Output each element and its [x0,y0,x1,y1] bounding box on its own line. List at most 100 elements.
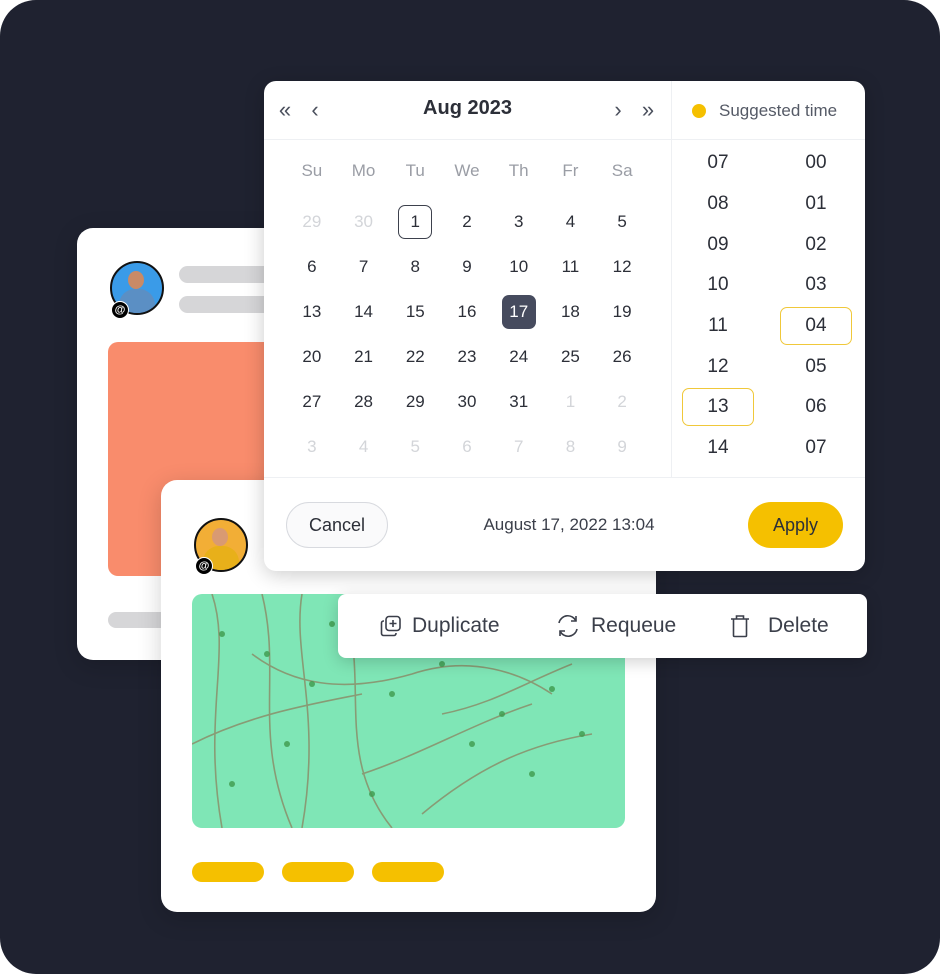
hour-option[interactable]: 11 [682,306,754,347]
next-year-icon[interactable]: » [637,97,659,123]
day-cell[interactable]: 28 [338,379,390,424]
day-cell[interactable]: 18 [545,289,597,334]
day-cell[interactable]: 5 [389,424,441,469]
day-cell[interactable]: 2 [441,199,493,244]
hour-option[interactable]: 08 [682,184,754,225]
suggested-time-legend: Suggested time [692,101,837,121]
day-cell[interactable]: 4 [545,199,597,244]
day-cell[interactable]: 25 [545,334,597,379]
day-cell[interactable]: 29 [389,379,441,424]
day-number: 1 [398,204,433,239]
day-cell[interactable]: 19 [596,289,648,334]
divider [264,477,865,478]
hour-option-value: 14 [707,437,729,459]
minute-option[interactable]: 07 [780,428,852,469]
day-number: 27 [302,391,322,411]
day-number: 24 [509,346,529,366]
requeue-label: Requeue [591,614,677,637]
day-cell[interactable]: 6 [441,424,493,469]
duplicate-button[interactable]: Duplicate [380,594,500,658]
day-number: 15 [405,301,425,321]
day-cell[interactable]: 31 [493,379,545,424]
day-number: 4 [358,436,369,456]
day-number: 29 [302,211,322,231]
day-cell[interactable]: 27 [286,379,338,424]
day-cell[interactable]: 8 [545,424,597,469]
day-number: 17 [501,294,536,329]
hour-option[interactable]: 09 [682,224,754,265]
day-cell[interactable]: 22 [389,334,441,379]
hour-option[interactable]: 12 [682,346,754,387]
day-cell[interactable]: 16 [441,289,493,334]
requeue-button[interactable]: Requeue [555,594,676,658]
day-cell[interactable]: 15 [389,289,441,334]
cancel-button[interactable]: Cancel [286,502,388,548]
day-number: 2 [617,391,627,411]
day-cell[interactable]: 5 [596,199,648,244]
day-number: 22 [405,346,425,366]
minute-option-value: 00 [805,152,827,174]
minute-option[interactable]: 02 [780,224,852,265]
minute-option-value: 03 [805,274,827,296]
day-number: 13 [302,301,322,321]
day-cell[interactable]: 4 [338,424,390,469]
day-cell[interactable]: 23 [441,334,493,379]
minute-option[interactable]: 06 [780,387,852,428]
apply-button[interactable]: Apply [748,502,843,548]
hour-option-value: 10 [707,274,729,296]
day-number: 6 [462,436,472,456]
day-cell[interactable]: 3 [286,424,338,469]
day-number: 12 [612,256,632,276]
day-number: 2 [462,211,472,231]
minute-option[interactable]: 00 [780,143,852,184]
background: @ @ « ‹ Aug 2023 › » Su Mo Tu We Th Fr S… [0,0,940,974]
hour-option-suggested[interactable]: 13 [682,387,754,428]
day-cell-today[interactable]: 1 [389,199,441,244]
day-cell[interactable]: 7 [493,424,545,469]
day-cell[interactable]: 3 [493,199,545,244]
minute-option[interactable]: 03 [780,265,852,306]
duplicate-label: Duplicate [412,614,500,637]
day-number: 7 [513,436,524,456]
day-cell[interactable]: 30 [338,199,390,244]
day-number: 23 [457,346,477,366]
minute-option[interactable]: 01 [780,184,852,225]
day-number: 3 [513,211,524,231]
suggested-time-label: Suggested time [719,101,838,120]
next-month-icon[interactable]: › [607,97,629,123]
day-cell[interactable]: 20 [286,334,338,379]
day-cell[interactable]: 10 [493,244,545,289]
day-cell[interactable]: 24 [493,334,545,379]
day-number: 28 [354,391,374,411]
day-cell[interactable]: 2 [596,379,648,424]
weekday-label: Su [301,161,323,180]
hour-option[interactable]: 10 [682,265,754,306]
day-cell[interactable]: 29 [286,199,338,244]
day-cell[interactable]: 7 [338,244,390,289]
hour-option[interactable]: 07 [682,143,754,184]
day-cell[interactable]: 8 [389,244,441,289]
day-cell[interactable]: 1 [545,379,597,424]
day-cell[interactable]: 13 [286,289,338,334]
day-cell[interactable]: 6 [286,244,338,289]
day-cell[interactable]: 21 [338,334,390,379]
day-number: 25 [560,346,580,366]
day-cell-selected[interactable]: 17 [493,289,545,334]
minute-option-suggested[interactable]: 04 [780,306,852,347]
day-cell[interactable]: 9 [441,244,493,289]
hour-option[interactable]: 14 [682,428,754,469]
day-number: 21 [354,346,374,366]
day-cell[interactable]: 11 [545,244,597,289]
delete-button[interactable]: Delete [730,594,829,658]
day-cell[interactable]: 30 [441,379,493,424]
day-number: 7 [358,256,369,276]
day-cell[interactable]: 12 [596,244,648,289]
minute-option[interactable]: 05 [780,346,852,387]
delete-label: Delete [768,614,829,637]
day-cell[interactable]: 14 [338,289,390,334]
minute-column[interactable]: 00 01 02 03 04 05 06 07 [780,143,852,469]
day-cell[interactable]: 9 [596,424,648,469]
day-cell[interactable]: 26 [596,334,648,379]
trash-icon [731,615,749,638]
hour-column[interactable]: 07 08 09 10 11 12 13 14 [682,143,754,469]
